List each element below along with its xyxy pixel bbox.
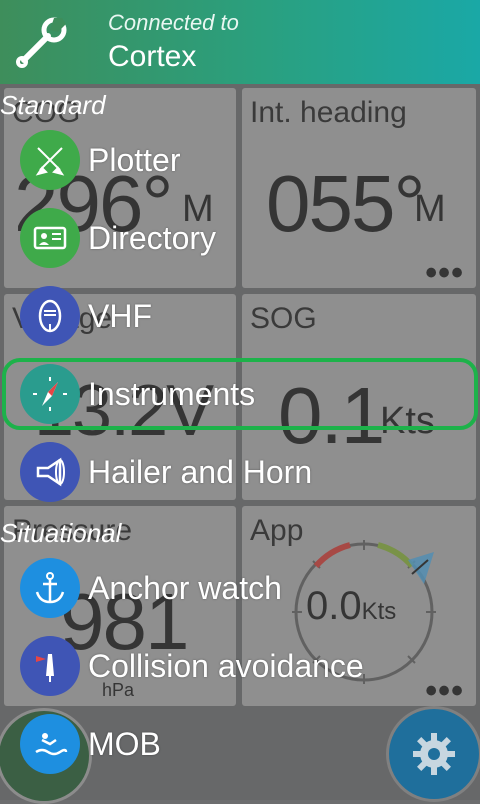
- compass-icon: [20, 364, 80, 424]
- anchor-icon: [20, 558, 80, 618]
- menu-item-label: Hailer and Horn: [88, 454, 313, 490]
- menu-item-hailer-horn[interactable]: Hailer and Horn: [20, 442, 440, 504]
- menu-item-label: MOB: [88, 726, 161, 762]
- device-name: Cortex: [108, 40, 197, 73]
- menu-item-collision-avoidance[interactable]: Collision avoidance: [20, 636, 440, 698]
- menu-item-directory[interactable]: Directory: [20, 208, 440, 270]
- menu-item-label: Directory: [88, 220, 217, 256]
- menu-item-label: Collision avoidance: [88, 648, 364, 684]
- man-overboard-icon: [20, 714, 80, 774]
- menu-item-label: Plotter: [88, 142, 181, 178]
- menu-item-label: Instruments: [88, 376, 256, 412]
- menu-item-label: Anchor watch: [88, 570, 282, 606]
- connection-header[interactable]: Connected to Cortex: [0, 0, 480, 84]
- menu-item-label: VHF: [88, 298, 152, 334]
- connected-to-label: Connected to: [108, 10, 239, 35]
- collision-icon: [20, 636, 80, 696]
- menu-item-plotter[interactable]: Plotter: [20, 130, 440, 192]
- wrench-icon: [16, 17, 67, 68]
- menu-item-anchor-watch[interactable]: Anchor watch: [20, 558, 440, 620]
- gear-icon: [413, 733, 455, 775]
- menu-item-vhf[interactable]: VHF: [20, 286, 440, 348]
- menu-item-instruments[interactable]: Instruments: [20, 364, 440, 426]
- section-situational: Situational: [0, 518, 122, 548]
- vhf-radio-icon: [20, 286, 80, 346]
- menu-item-mob[interactable]: MOB: [20, 714, 440, 776]
- settings-fab[interactable]: [386, 706, 480, 802]
- section-standard: Standard: [0, 90, 106, 120]
- directory-icon: [20, 208, 80, 268]
- plotter-icon: [20, 130, 80, 190]
- megaphone-icon: [20, 442, 80, 502]
